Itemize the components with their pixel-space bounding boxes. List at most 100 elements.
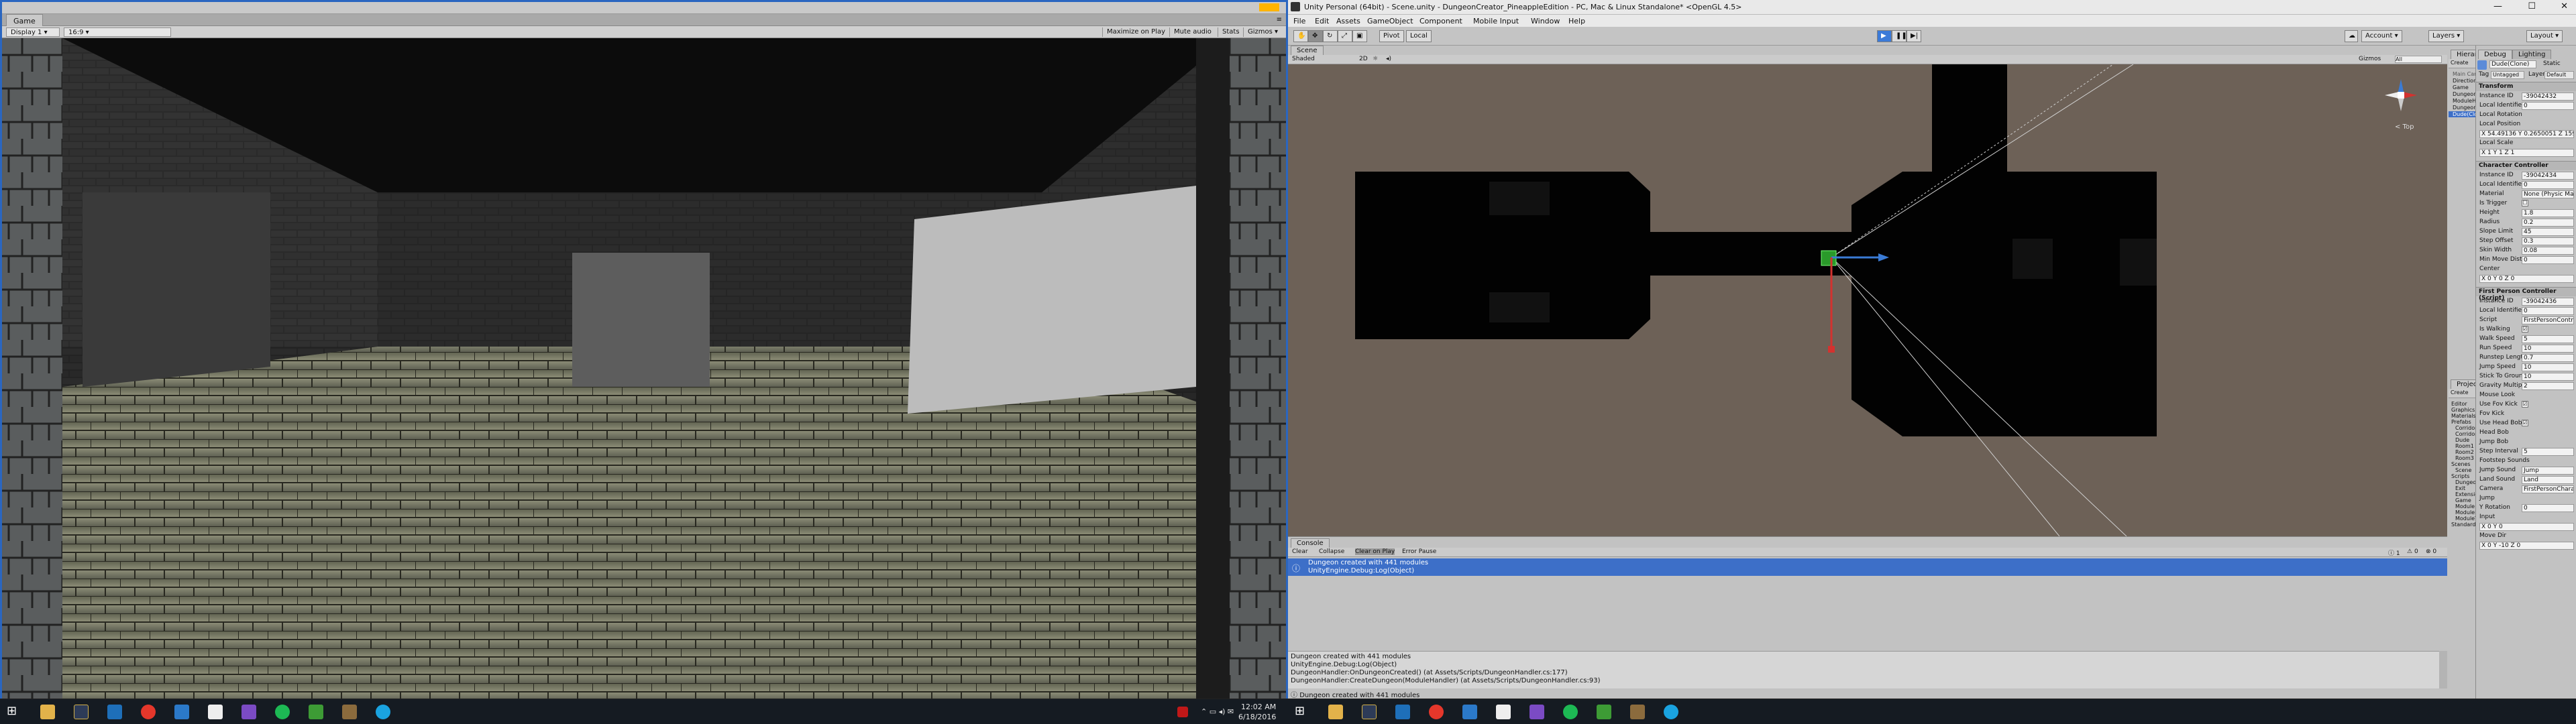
app-green-icon[interactable] xyxy=(309,705,323,719)
visual-studio-icon[interactable] xyxy=(1529,705,1544,719)
property-field[interactable]: 0.2 xyxy=(2522,219,2574,227)
start-icon[interactable]: ⊞ xyxy=(7,704,21,719)
app-green-icon[interactable] xyxy=(1597,705,1611,719)
hierarchy-item[interactable]: ModuleHandler xyxy=(2453,98,2475,104)
visual-studio-icon[interactable] xyxy=(241,705,256,719)
pause-button-icon[interactable]: ❚❚ xyxy=(1892,30,1907,42)
view-gizmo[interactable] xyxy=(2385,79,2417,111)
skype-icon[interactable] xyxy=(1664,705,1678,719)
error-pause-button[interactable]: Error Pause xyxy=(1402,548,1436,555)
layout-dropdown[interactable]: Layout ▾ xyxy=(2526,30,2563,42)
2d-toggle[interactable]: 2D xyxy=(1359,56,1368,62)
property-field[interactable]: FirstPersonController xyxy=(2522,316,2574,324)
layers-dropdown[interactable]: Layers ▾ xyxy=(2428,30,2465,42)
property-field[interactable]: 2 xyxy=(2522,382,2574,390)
step-button-icon[interactable]: ▶| xyxy=(1907,30,1921,42)
menu-assets[interactable]: Assets xyxy=(1336,17,1360,25)
rect-tool-icon[interactable]: ▣ xyxy=(1352,30,1367,42)
project-asset[interactable]: Module xyxy=(2455,503,2475,509)
app-blue-icon[interactable] xyxy=(1395,705,1410,719)
property-field[interactable]: 0 xyxy=(2522,256,2574,264)
tab-game[interactable]: Game xyxy=(6,14,43,26)
panel-menu-icon[interactable]: ≡ xyxy=(1277,16,1282,23)
project-folder[interactable]: Materials xyxy=(2451,413,2475,419)
rotate-tool-icon[interactable]: ↻ xyxy=(1323,30,1338,42)
maximize-on-play-toggle[interactable]: Maximize on Play xyxy=(1102,27,1169,37)
app-brown-icon[interactable] xyxy=(1630,705,1645,719)
project-folder[interactable]: Scripts xyxy=(2451,473,2469,479)
hand-tool-icon[interactable]: ✋ xyxy=(1293,30,1308,42)
project-asset[interactable]: Room3 xyxy=(2455,455,2474,461)
project-folder[interactable]: Graphics xyxy=(2451,407,2475,413)
close-icon[interactable]: ✕ xyxy=(2561,1,2568,11)
property-field[interactable]: Land xyxy=(2522,476,2574,484)
property-checkbox[interactable]: ☐ xyxy=(2522,200,2528,206)
clear-on-play-button[interactable]: Clear on Play xyxy=(1355,548,1395,555)
chrome-icon[interactable] xyxy=(141,705,156,719)
component-header[interactable]: Transform xyxy=(2476,82,2576,91)
project-folder[interactable]: Editor xyxy=(2451,401,2467,407)
console-log-entry[interactable]: ⓘ Dungeon created with 441 modules Unity… xyxy=(1288,558,2447,576)
property-field[interactable]: 10 xyxy=(2522,363,2574,371)
display-dropdown[interactable]: Display 1 ▾ xyxy=(6,27,60,37)
file-explorer-icon[interactable] xyxy=(40,705,55,719)
property-field[interactable]: 0.3 xyxy=(2522,237,2574,245)
tab-lighting[interactable]: Lighting xyxy=(2512,50,2552,59)
property-field[interactable]: -39042436 xyxy=(2522,298,2574,306)
tab-debug[interactable]: Debug xyxy=(2478,50,2512,59)
property-field[interactable]: -39042434 xyxy=(2522,172,2574,180)
project-asset[interactable]: Extensions xyxy=(2455,491,2475,497)
property-field[interactable]: X 0 Y 0 xyxy=(2479,523,2574,531)
unity-icon[interactable] xyxy=(208,705,223,719)
scale-tool-icon[interactable]: ⤢ xyxy=(1338,30,1352,42)
account-dropdown[interactable]: Account ▾ xyxy=(2361,30,2402,42)
tray-icons[interactable]: ⌃ ▭ ◂) ✉ xyxy=(1201,707,1234,716)
project-asset[interactable]: Corridor1 xyxy=(2455,425,2475,431)
project-asset[interactable]: Room1 xyxy=(2455,443,2474,449)
project-asset[interactable]: ModuleType xyxy=(2455,516,2475,522)
hierarchy-item[interactable]: Main Camera xyxy=(2453,71,2475,77)
component-header[interactable]: First Person Controller (Script) xyxy=(2476,287,2576,302)
property-field[interactable]: 10 xyxy=(2522,345,2574,353)
lighting-toggle-icon[interactable]: ☼ xyxy=(1373,56,1378,62)
project-folder[interactable]: Standard Assets xyxy=(2451,522,2475,528)
local-toggle[interactable]: Local xyxy=(1406,30,1432,42)
hierarchy-create-dropdown[interactable]: Create xyxy=(2451,60,2469,66)
hierarchy-item[interactable]: Game xyxy=(2453,84,2469,90)
minimize-icon[interactable]: — xyxy=(2493,1,2502,11)
layer-dropdown[interactable]: Default xyxy=(2544,71,2574,79)
audio-toggle-icon[interactable]: ◂) xyxy=(1386,56,1391,62)
project-asset[interactable]: Dude xyxy=(2455,437,2469,443)
file-explorer-icon[interactable] xyxy=(1328,705,1343,719)
mute-audio-toggle[interactable]: Mute audio xyxy=(1169,27,1216,37)
menu-window[interactable]: Window xyxy=(1531,17,1560,25)
log-count-warning[interactable]: ⚠ 0 xyxy=(2407,548,2418,555)
app-check-icon[interactable] xyxy=(174,705,189,719)
scene-gizmos-dropdown[interactable]: Gizmos xyxy=(2359,56,2381,62)
unity-icon[interactable] xyxy=(1496,705,1511,719)
project-asset[interactable]: Game xyxy=(2455,497,2471,503)
menu-component[interactable]: Component xyxy=(1419,17,1462,25)
object-name-input[interactable]: Dude(Clone) xyxy=(2489,60,2536,68)
property-field[interactable]: -39042432 xyxy=(2522,93,2574,101)
tray-red-icon[interactable] xyxy=(1177,707,1188,717)
maximize-icon[interactable]: ☐ xyxy=(2528,1,2536,11)
menu-edit[interactable]: Edit xyxy=(1315,17,1329,25)
collapse-button[interactable]: Collapse xyxy=(1319,548,1344,555)
property-field[interactable]: 10 xyxy=(2522,373,2574,381)
pivot-toggle[interactable]: Pivot xyxy=(1379,30,1404,42)
property-checkbox[interactable]: ☑ xyxy=(2522,326,2528,333)
project-asset[interactable]: ModuleHandler xyxy=(2455,509,2475,516)
property-field[interactable]: FirstPersonCharacter xyxy=(2522,485,2574,493)
static-toggle[interactable]: Static xyxy=(2543,60,2561,67)
menu-mobile-input[interactable]: Mobile Input xyxy=(1473,17,1519,25)
cloud-icon[interactable]: ☁ xyxy=(2345,30,2358,42)
project-asset[interactable]: Exit xyxy=(2455,485,2465,491)
app-brown-icon[interactable] xyxy=(342,705,357,719)
shaded-dropdown[interactable]: Shaded xyxy=(1292,56,1315,62)
property-field[interactable]: 5 xyxy=(2522,335,2574,343)
property-field[interactable]: 1.8 xyxy=(2522,209,2574,217)
tag-dropdown[interactable]: Untagged xyxy=(2491,71,2524,79)
persp-label[interactable]: < Top xyxy=(2395,123,2414,131)
app-check-icon[interactable] xyxy=(1462,705,1477,719)
